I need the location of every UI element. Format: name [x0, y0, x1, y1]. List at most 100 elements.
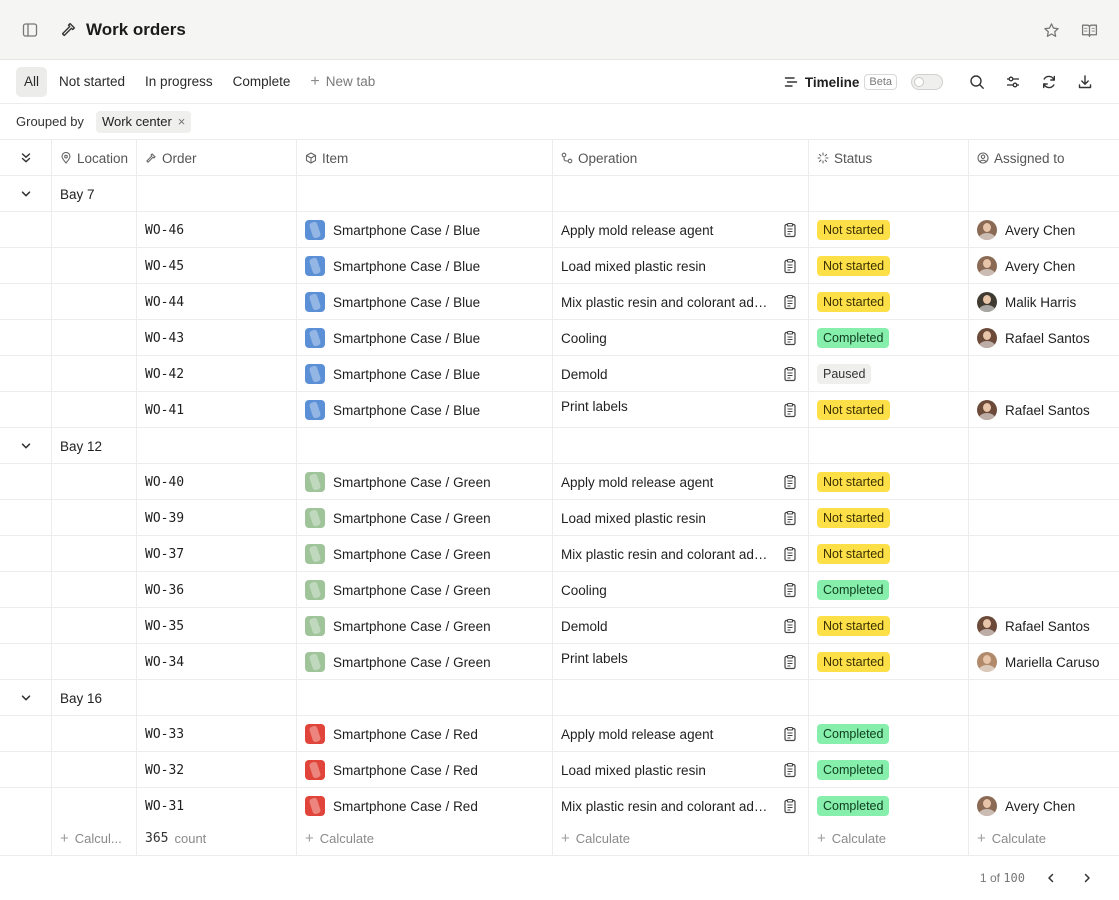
operation-cell[interactable]: Mix plastic resin and colorant additives — [553, 284, 809, 320]
status-cell[interactable]: Completed — [809, 572, 969, 608]
column-header-location[interactable]: Location — [52, 140, 137, 176]
clipboard-icon[interactable] — [782, 330, 798, 346]
operation-cell[interactable]: Cooling — [553, 320, 809, 356]
operation-cell[interactable]: Print labels — [553, 392, 809, 428]
item-cell[interactable]: Smartphone Case / Blue — [297, 356, 553, 392]
clipboard-icon[interactable] — [782, 582, 798, 598]
operation-cell[interactable]: Apply mold release agent — [553, 716, 809, 752]
location-cell[interactable] — [52, 752, 137, 788]
status-cell[interactable]: Paused — [809, 356, 969, 392]
assigned-cell[interactable]: Mariella Caruso — [969, 644, 1119, 680]
new-tab-button[interactable]: + New tab — [302, 67, 383, 97]
operation-cell[interactable]: Demold — [553, 608, 809, 644]
item-cell[interactable]: Smartphone Case / Blue — [297, 212, 553, 248]
clipboard-icon[interactable] — [782, 510, 798, 526]
operation-cell[interactable]: Mix plastic resin and colorant additives — [553, 536, 809, 572]
location-cell[interactable] — [52, 212, 137, 248]
order-cell[interactable]: WO-34 — [137, 644, 297, 680]
table-row[interactable]: WO-35 Smartphone Case / Green Demold Not st… — [0, 608, 1119, 644]
location-cell[interactable] — [52, 248, 137, 284]
operation-cell[interactable]: Demold — [553, 356, 809, 392]
location-cell[interactable] — [52, 464, 137, 500]
assigned-cell[interactable] — [969, 356, 1119, 392]
operation-cell[interactable]: Mix plastic resin and colorant additives — [553, 788, 809, 820]
clipboard-icon[interactable] — [782, 798, 798, 814]
table-row[interactable]: WO-42 Smartphone Case / Blue Demold Paused — [0, 356, 1119, 392]
order-cell[interactable]: WO-44 — [137, 284, 297, 320]
column-header-status[interactable]: Status — [809, 140, 969, 176]
item-cell[interactable]: Smartphone Case / Green — [297, 572, 553, 608]
clipboard-icon[interactable] — [782, 726, 798, 742]
item-calculate-button[interactable]: + Calculate — [297, 820, 553, 856]
clipboard-icon[interactable] — [782, 402, 798, 418]
location-cell[interactable] — [52, 572, 137, 608]
item-cell[interactable]: Smartphone Case / Green — [297, 608, 553, 644]
table-row[interactable]: WO-39 Smartphone Case / Green Load mixed p… — [0, 500, 1119, 536]
status-cell[interactable]: Not started — [809, 500, 969, 536]
location-cell[interactable] — [52, 716, 137, 752]
table-row[interactable]: WO-34 Smartphone Case / Green Print labels… — [0, 644, 1119, 680]
tab-complete[interactable]: Complete — [225, 67, 299, 97]
table-row[interactable]: WO-31 Smartphone Case / Red Mix plastic re… — [0, 788, 1119, 820]
sidebar-toggle-icon[interactable] — [20, 20, 40, 40]
order-cell[interactable]: WO-36 — [137, 572, 297, 608]
close-icon[interactable]: × — [178, 114, 186, 129]
assigned-cell[interactable]: Avery Chen — [969, 788, 1119, 820]
order-cell[interactable]: WO-37 — [137, 536, 297, 572]
location-calculate-button[interactable]: + Calcul... — [52, 820, 137, 856]
item-cell[interactable]: Smartphone Case / Green — [297, 536, 553, 572]
assigned-cell[interactable]: Rafael Santos — [969, 320, 1119, 356]
table-row[interactable]: WO-40 Smartphone Case / Green Apply mold r… — [0, 464, 1119, 500]
operation-cell[interactable]: Load mixed plastic resin — [553, 500, 809, 536]
item-cell[interactable]: Smartphone Case / Blue — [297, 284, 553, 320]
collapse-all-icon[interactable] — [0, 140, 52, 176]
item-cell[interactable]: Smartphone Case / Blue — [297, 248, 553, 284]
location-cell[interactable] — [52, 500, 137, 536]
chevron-down-icon[interactable] — [0, 176, 52, 212]
status-calculate-button[interactable]: + Calculate — [809, 820, 969, 856]
chevron-down-icon[interactable] — [0, 428, 52, 464]
column-header-assigned-to[interactable]: Assigned to — [969, 140, 1119, 176]
item-cell[interactable]: Smartphone Case / Blue — [297, 320, 553, 356]
status-cell[interactable]: Not started — [809, 212, 969, 248]
table-row[interactable]: WO-32 Smartphone Case / Red Load mixed pla… — [0, 752, 1119, 788]
status-cell[interactable]: Completed — [809, 752, 969, 788]
table-row[interactable]: WO-37 Smartphone Case / Green Mix plastic … — [0, 536, 1119, 572]
assigned-cell[interactable]: Rafael Santos — [969, 608, 1119, 644]
order-cell[interactable]: WO-33 — [137, 716, 297, 752]
group-row[interactable]: Bay 16 — [0, 680, 1119, 716]
column-header-item[interactable]: Item — [297, 140, 553, 176]
group-row[interactable]: Bay 12 — [0, 428, 1119, 464]
status-cell[interactable]: Not started — [809, 464, 969, 500]
clipboard-icon[interactable] — [782, 546, 798, 562]
status-cell[interactable]: Not started — [809, 248, 969, 284]
table-row[interactable]: WO-41 Smartphone Case / Blue Print labels N… — [0, 392, 1119, 428]
operation-calculate-button[interactable]: + Calculate — [553, 820, 809, 856]
operation-cell[interactable]: Apply mold release agent — [553, 212, 809, 248]
assigned-cell[interactable]: Rafael Santos — [969, 392, 1119, 428]
status-cell[interactable]: Completed — [809, 320, 969, 356]
assigned-cell[interactable]: Malik Harris — [969, 284, 1119, 320]
order-cell[interactable]: WO-46 — [137, 212, 297, 248]
order-cell[interactable]: WO-32 — [137, 752, 297, 788]
item-cell[interactable]: Smartphone Case / Red — [297, 788, 553, 820]
clipboard-icon[interactable] — [782, 618, 798, 634]
clipboard-icon[interactable] — [782, 366, 798, 382]
item-cell[interactable]: Smartphone Case / Green — [297, 464, 553, 500]
location-cell[interactable] — [52, 644, 137, 680]
location-cell[interactable] — [52, 392, 137, 428]
table-row[interactable]: WO-36 Smartphone Case / Green Cooling Compl… — [0, 572, 1119, 608]
status-cell[interactable]: Completed — [809, 716, 969, 752]
tab-not-started[interactable]: Not started — [51, 67, 133, 97]
assigned-cell[interactable] — [969, 464, 1119, 500]
order-cell[interactable]: WO-43 — [137, 320, 297, 356]
search-icon[interactable] — [967, 72, 987, 92]
table-row[interactable]: WO-46 Smartphone Case / Blue Apply mold re… — [0, 212, 1119, 248]
table-row[interactable]: WO-45 Smartphone Case / Blue Load mixed pl… — [0, 248, 1119, 284]
table-row[interactable]: WO-43 Smartphone Case / Blue Cooling Comple… — [0, 320, 1119, 356]
operation-cell[interactable]: Load mixed plastic resin — [553, 752, 809, 788]
status-cell[interactable]: Not started — [809, 392, 969, 428]
order-cell[interactable]: WO-39 — [137, 500, 297, 536]
table-row[interactable]: WO-33 Smartphone Case / Red Apply mold rel… — [0, 716, 1119, 752]
chevron-left-icon[interactable] — [1041, 868, 1061, 888]
